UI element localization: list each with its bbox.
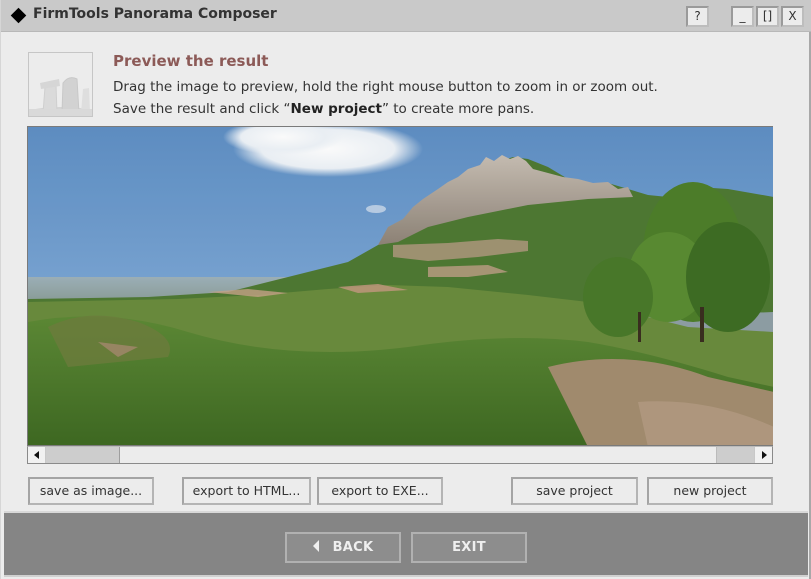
diamond-icon bbox=[10, 7, 27, 24]
scroll-thumb[interactable] bbox=[46, 447, 120, 463]
back-arrow-icon bbox=[312, 540, 319, 552]
triangle-right-icon bbox=[762, 451, 767, 459]
instruction-line-1: Drag the image to preview, hold the righ… bbox=[113, 79, 658, 95]
maximize-button[interactable]: [] bbox=[756, 6, 779, 27]
help-button[interactable]: ? bbox=[686, 6, 709, 27]
export-to-exe-button[interactable]: export to EXE... bbox=[317, 477, 443, 505]
horizontal-scrollbar[interactable] bbox=[27, 446, 773, 464]
minimize-button[interactable]: _ bbox=[731, 6, 754, 27]
scroll-right-button[interactable] bbox=[754, 447, 772, 463]
instruction-line-2: Save the result and click “New project” … bbox=[113, 101, 534, 117]
scroll-left-button[interactable] bbox=[28, 447, 46, 463]
panorama-preview[interactable] bbox=[27, 126, 773, 446]
back-button[interactable]: BACK bbox=[285, 532, 401, 563]
exit-button[interactable]: EXIT bbox=[411, 532, 527, 563]
window-title: FirmTools Panorama Composer bbox=[33, 6, 277, 22]
export-to-html-button[interactable]: export to HTML... bbox=[182, 477, 311, 505]
triangle-left-icon bbox=[34, 451, 39, 459]
save-as-image-button[interactable]: save as image... bbox=[28, 477, 154, 505]
instruction-suffix: ” to create more pans. bbox=[381, 101, 535, 117]
back-label: BACK bbox=[332, 540, 374, 555]
step-title: Preview the result bbox=[113, 52, 269, 70]
close-button[interactable]: X bbox=[781, 6, 804, 27]
footer-bar: BACK EXIT bbox=[4, 511, 808, 577]
new-project-button[interactable]: new project bbox=[647, 477, 773, 505]
stonehenge-icon bbox=[28, 52, 93, 117]
app-window: FirmTools Panorama Composer ? _ [] X Pre… bbox=[0, 0, 811, 579]
title-bar[interactable]: FirmTools Panorama Composer ? _ [] X bbox=[1, 0, 811, 32]
new-project-emphasis: New project bbox=[290, 101, 382, 117]
instruction-prefix: Save the result and click “ bbox=[113, 101, 291, 117]
save-project-button[interactable]: save project bbox=[511, 477, 638, 505]
panorama-image bbox=[28, 127, 773, 445]
scroll-track-end[interactable] bbox=[716, 447, 754, 463]
